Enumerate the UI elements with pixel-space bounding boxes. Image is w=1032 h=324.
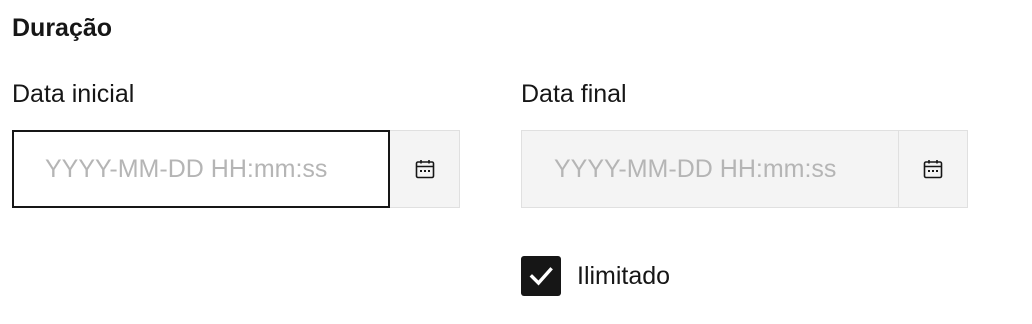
calendar-icon [923,160,943,179]
start-date-calendar-button[interactable] [390,130,460,208]
start-date-input[interactable] [12,130,390,208]
start-date-label: Data inicial [12,80,135,108]
start-date-row [12,130,460,208]
checkmark-icon [529,267,553,286]
end-date-input[interactable] [521,130,899,208]
end-date-row [521,130,969,208]
end-date-field: Data final [521,78,969,208]
unlimited-checkbox-label: Ilimitado [577,262,671,290]
end-date-calendar-button[interactable] [898,130,968,208]
unlimited-checkbox[interactable]: Ilimitado [521,255,670,297]
start-date-field: Data inicial [12,78,460,208]
unlimited-checkbox-box[interactable] [521,256,561,296]
section-title: Duração [12,14,113,42]
calendar-icon [415,160,434,179]
end-date-label: Data final [521,80,627,108]
